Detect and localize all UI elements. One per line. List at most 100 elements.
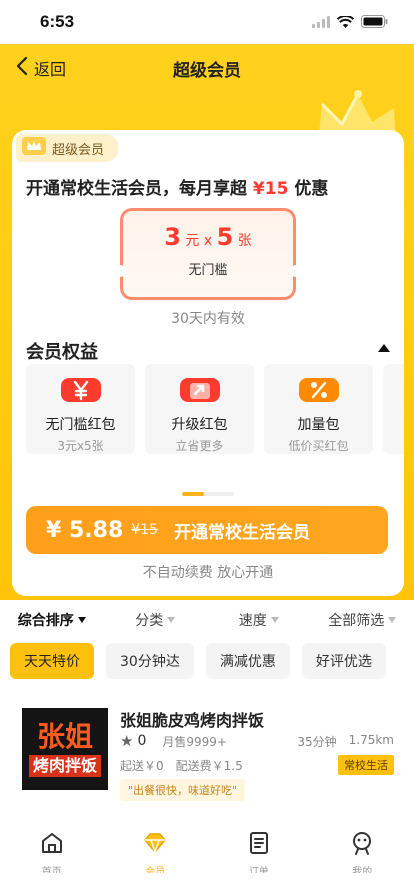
store-delivery-fee: 配送费￥1.5 [175, 758, 243, 773]
benefit-name: 加量包 [297, 417, 340, 433]
cta-note: 不自动续费 放心开通 [142, 565, 274, 581]
tab-label: 我的 [352, 867, 373, 873]
tab-profile[interactable]: 我的 [311, 826, 414, 896]
sort-speed[interactable]: 速度 [207, 610, 311, 630]
headline-amount: ¥15 [252, 179, 289, 199]
carousel-indicator [182, 492, 234, 496]
sort-category[interactable]: 分类 [104, 610, 208, 630]
sort-filter-all[interactable]: 全部筛选 [311, 610, 414, 630]
subscribe-button[interactable]: ¥ 5.88 ¥15 开通常校生活会员 [26, 506, 388, 554]
sort-label: 全部筛选 [328, 613, 385, 629]
benefit-name: 无门槛红包 [45, 417, 116, 433]
sort-label: 分类 [135, 613, 164, 629]
store-rating: 0 [137, 733, 147, 749]
battery-icon [361, 13, 388, 32]
store-list-item[interactable]: 张姐 烤肉拌饭 张姐脆皮鸡烤肉拌饭 ★ 0 月售9999+ 35分钟 1.75k… [0, 700, 414, 810]
headline-suffix: 优惠 [294, 179, 329, 199]
diamond-icon [142, 830, 168, 860]
chevron-left-icon [16, 56, 28, 80]
bottom-tab-bar: 首页 会员 订单 我的 [0, 826, 414, 896]
sort-label: 速度 [238, 613, 267, 629]
benefit-desc: 低价买红包 [288, 439, 349, 453]
headline-prefix: 开通常校生活会员，每月享超 [26, 179, 247, 199]
ticket-notch-right [290, 265, 302, 277]
star-icon: ★ [120, 732, 134, 750]
store-fees: 起送￥0 配送费￥1.5 常校生活 [120, 755, 394, 775]
benefit-desc: 立省更多 [175, 439, 224, 453]
store-logo-text-top: 张姐 [36, 720, 93, 753]
chip-30min[interactable]: 30分钟达 [106, 643, 194, 679]
vip-tag: 超级会员 [16, 134, 119, 162]
benefits-carousel[interactable]: 无门槛红包 3元x5张 升级红包 立省更多 加量包 低价买红包 [26, 364, 404, 454]
store-monthly-sales: 月售9999+ [162, 734, 227, 749]
sort-label: 综合排序 [17, 613, 74, 629]
signal-icon [312, 13, 330, 32]
store-distance: 1.75km [348, 732, 394, 747]
profile-icon [349, 830, 375, 860]
store-review-quote: "出餐很快，味道好吃" [120, 779, 246, 801]
sort-comprehensive[interactable]: 综合排序 [0, 610, 104, 630]
store-logo: 张姐 烤肉拌饭 [22, 708, 108, 790]
benefit-card[interactable]: 升级红包 立省更多 [145, 364, 254, 454]
vip-tag-label: 超级会员 [52, 142, 105, 158]
store-tag: 常校生活 [338, 755, 394, 775]
collapse-caret-icon[interactable] [378, 344, 390, 352]
sort-bar: 综合排序 分类 速度 全部筛选 [0, 600, 414, 640]
home-icon [39, 830, 65, 860]
coupon-ticket: 3 元 x 5 张 无门槛 [114, 208, 302, 300]
caret-down-icon [77, 617, 86, 623]
benefit-desc: 3元x5张 [57, 439, 104, 453]
order-list-icon [246, 830, 272, 860]
store-delivery-info: 35分钟 1.75km [297, 733, 394, 750]
caret-down-icon [388, 617, 397, 623]
caret-down-icon [270, 617, 279, 623]
status-bar: 6:53 [0, 0, 414, 44]
tab-label: 会员 [145, 867, 166, 873]
coupon-value: 3 元 x 5 张 [123, 211, 293, 253]
coupon-amount: 3 [164, 223, 181, 251]
benefit-name: 升级红包 [171, 417, 228, 433]
tab-label: 首页 [41, 867, 62, 873]
membership-card: 超级会员 开通常校生活会员，每月享超 ¥15 优惠 3 元 x 5 张 无门槛 … [12, 130, 404, 596]
carousel-indicator-active [182, 492, 204, 496]
back-button[interactable]: 返回 [16, 56, 66, 80]
coupon-validity: 30天内有效 [171, 311, 245, 327]
percent-icon [298, 378, 339, 402]
cta-original-price: ¥15 [131, 522, 158, 538]
tab-label: 订单 [248, 867, 269, 873]
coupon-condition: 无门槛 [188, 263, 228, 278]
wifi-icon [336, 13, 355, 32]
tab-orders[interactable]: 订单 [207, 826, 311, 896]
yen-icon [60, 378, 101, 402]
ticket-notch-left [114, 265, 126, 277]
cta-price: ¥ 5.88 [46, 517, 124, 543]
store-min-order: 起送￥0 [120, 758, 164, 773]
store-stats: ★ 0 月售9999+ 35分钟 1.75km [120, 732, 394, 750]
coupon-body: 3 元 x 5 张 无门槛 [114, 211, 302, 297]
benefits-title: 会员权益 [26, 342, 98, 363]
membership-headline: 开通常校生活会员，每月享超 ¥15 优惠 [26, 174, 328, 199]
coupon-count-unit: 张 [237, 233, 252, 249]
cta-label: 开通常校生活会员 [173, 522, 310, 543]
vip-crown-icon [22, 137, 46, 159]
caret-down-icon [167, 617, 176, 623]
coupon-times: x [203, 233, 213, 249]
store-name: 张姐脆皮鸡烤肉拌饭 [120, 711, 265, 730]
chip-top-rated[interactable]: 好评优选 [301, 643, 386, 679]
benefit-card-partial[interactable] [383, 364, 404, 454]
benefit-card[interactable]: 无门槛红包 3元x5张 [26, 364, 135, 454]
chip-discount[interactable]: 满减优惠 [205, 643, 290, 679]
status-time: 6:53 [40, 12, 75, 31]
filter-chips: 天天特价 30分钟达 满减优惠 好评优选 [10, 643, 386, 679]
tab-membership[interactable]: 会员 [104, 826, 208, 896]
upgrade-arrow-icon [179, 378, 220, 402]
chip-daily-deals[interactable]: 天天特价 [10, 643, 94, 679]
tab-home[interactable]: 首页 [0, 826, 104, 896]
coupon-count: 5 [216, 223, 234, 251]
coupon-unit: 元 [185, 233, 200, 249]
benefit-card[interactable]: 加量包 低价买红包 [264, 364, 373, 454]
status-icons [312, 13, 388, 32]
store-logo-text-bottom: 烤肉拌饭 [28, 755, 101, 777]
store-delivery-time: 35分钟 [297, 734, 337, 749]
back-label: 返回 [34, 60, 67, 79]
